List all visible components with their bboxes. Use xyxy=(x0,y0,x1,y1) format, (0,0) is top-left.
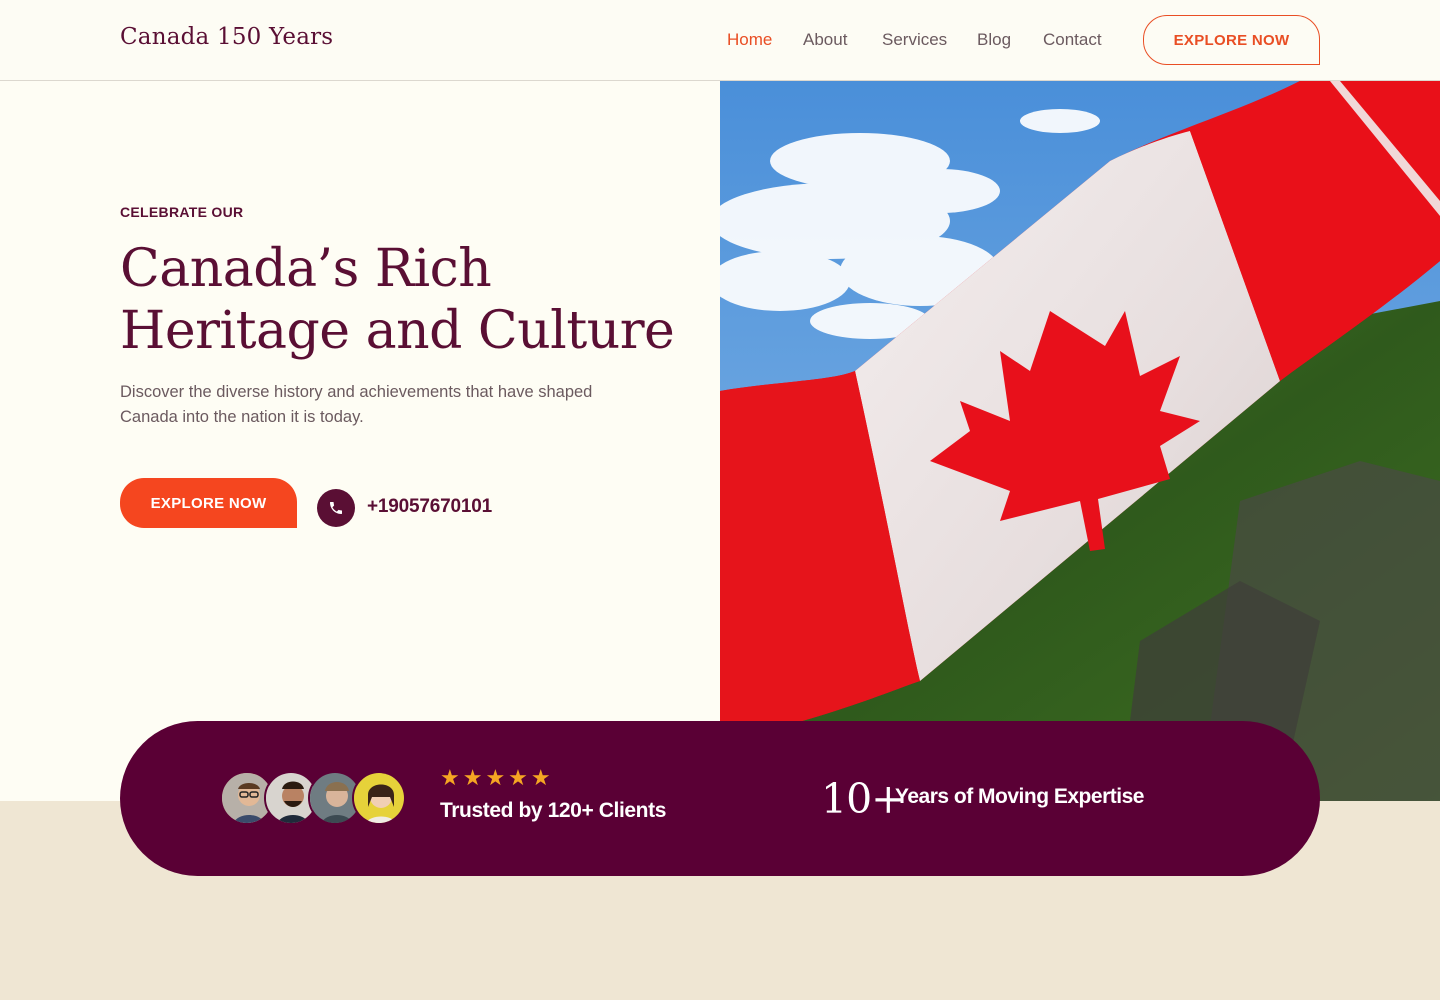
hero-headline-line1: Canada’s Rich xyxy=(120,239,492,299)
nav-services[interactable]: Services xyxy=(882,30,947,52)
nav-contact[interactable]: Contact xyxy=(1043,30,1102,52)
nav-blog[interactable]: Blog xyxy=(977,30,1011,52)
trusted-clients-text: Trusted by 120+ Clients xyxy=(440,799,666,822)
years-number: 10+ xyxy=(821,775,906,823)
nav-home[interactable]: Home xyxy=(727,30,772,52)
canada-flag-photo-icon xyxy=(720,81,1440,801)
phone-icon[interactable] xyxy=(317,489,355,527)
rating-stars-icon: ★★★★★ xyxy=(440,765,554,790)
nav-about[interactable]: About xyxy=(803,30,847,52)
hero-description: Discover the diverse history and achieve… xyxy=(120,383,593,426)
years-expertise-text: Years of Moving Expertise xyxy=(895,785,1144,808)
hero-headline-line2: Heritage and Culture xyxy=(120,301,675,361)
brand-logo[interactable]: Canada 150 Years xyxy=(120,24,333,50)
header-explore-button[interactable]: EXPLORE NOW xyxy=(1143,15,1320,65)
phone-number[interactable]: +19057670101 xyxy=(367,496,492,518)
hero-explore-button[interactable]: EXPLORE NOW xyxy=(120,478,297,528)
hero-headline: Canada’s Rich Heritage and Culture xyxy=(120,238,680,362)
hero-eyebrow: CELEBRATE OUR xyxy=(120,204,244,220)
site-header: Canada 150 Years Home About Services Blo… xyxy=(0,0,1440,81)
stats-bar: ★★★★★ Trusted by 120+ Clients 10+ Years … xyxy=(120,721,1320,876)
hero-image xyxy=(720,81,1440,801)
client-avatar-4-icon xyxy=(352,771,406,825)
phone-glyph-icon xyxy=(330,502,342,514)
